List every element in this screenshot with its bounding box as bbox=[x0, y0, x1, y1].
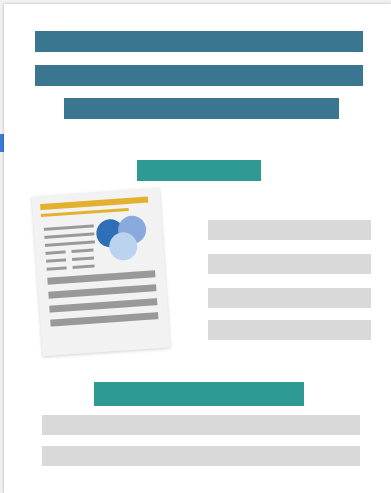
title-line-1 bbox=[35, 31, 363, 52]
text-line bbox=[208, 320, 371, 340]
text-line bbox=[208, 220, 371, 240]
text-line bbox=[42, 446, 360, 466]
section-heading-1 bbox=[137, 160, 261, 181]
text-line bbox=[208, 288, 371, 308]
text-line bbox=[42, 415, 360, 435]
text-line bbox=[208, 254, 371, 274]
document-thumbnail-icon bbox=[31, 187, 171, 357]
section-heading-2 bbox=[94, 382, 304, 406]
title-line-2 bbox=[35, 65, 363, 86]
title-line-3 bbox=[64, 98, 339, 119]
